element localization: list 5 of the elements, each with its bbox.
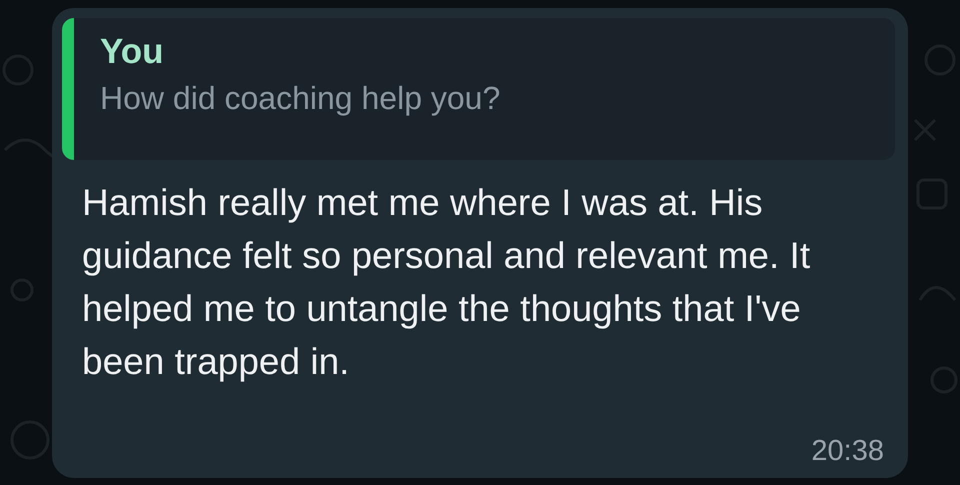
quote-text: How did coaching help you? [100, 80, 500, 117]
quoted-message[interactable]: You How did coaching help you? [62, 18, 895, 160]
message-time: 20:38 [811, 435, 884, 468]
quote-author: You [100, 32, 164, 72]
message-text: Hamish really met me where I was at. His guidance felt so personal and relevant me. It helped me to untangle the thoughts that I've been trapped in. [82, 181, 812, 384]
